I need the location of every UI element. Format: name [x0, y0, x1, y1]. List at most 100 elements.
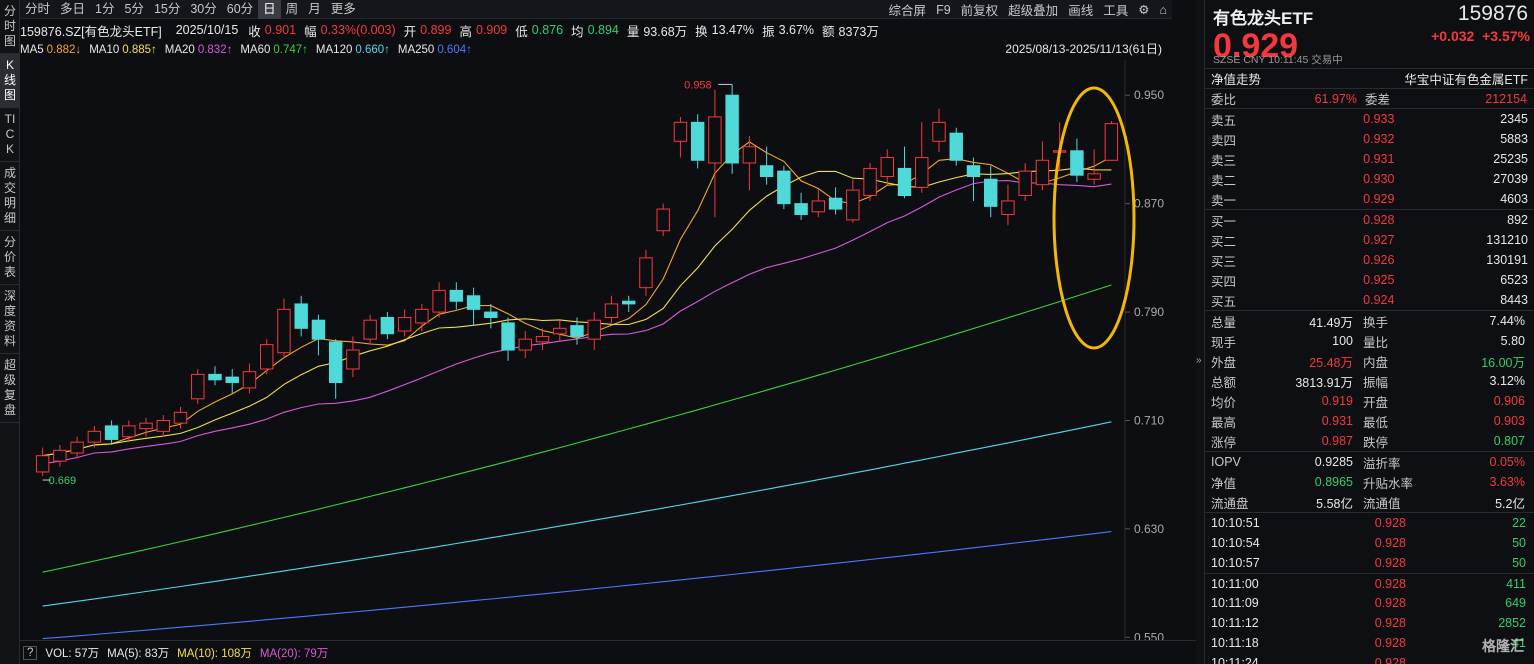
- ask-level-1[interactable]: 卖四 0.932 5883: [1205, 129, 1534, 149]
- candle-body-down: [759, 165, 774, 178]
- left-tab-4[interactable]: 分价表: [0, 231, 20, 285]
- left-tab-5[interactable]: 深度资料: [0, 285, 20, 354]
- bid-level-1[interactable]: 买二 0.927 131210: [1205, 230, 1534, 250]
- candle-body-up: [122, 425, 136, 438]
- stat-key: 最高: [1211, 415, 1237, 430]
- tick-price: 0.928: [1374, 616, 1406, 630]
- stat-key: 总量: [1211, 315, 1237, 330]
- left-tab-6[interactable]: 超级复盘: [0, 354, 20, 423]
- trade-stats: 总量 41.49万 换手 7.44% 现手 100 量比 5.80 外盘 25.48万 内盘 16.0…: [1205, 310, 1534, 451]
- left-tab-1[interactable]: K线图: [0, 54, 20, 108]
- candle-body-up: [811, 200, 826, 213]
- period-tab-4[interactable]: 15分: [149, 0, 185, 19]
- ask-level-3[interactable]: 卖二 0.930 27039: [1205, 169, 1534, 189]
- candle-body-down: [949, 132, 963, 161]
- candle-body-up: [191, 373, 205, 400]
- date-range[interactable]: 2025/08/13-2025/11/13(61日): [1005, 40, 1162, 57]
- candle-body-up: [1087, 173, 1101, 180]
- toolbar-right-item-0[interactable]: 综合屏: [884, 0, 932, 19]
- quote-panel: 有色龙头ETF 159876 0.929 +0.032 +3.57% SZSE …: [1204, 0, 1534, 664]
- tick-row-4: 10:11:09 0.928 649: [1205, 593, 1534, 613]
- toolbar-right-item-2[interactable]: 前复权: [956, 0, 1004, 19]
- min-price-label: 0.669: [49, 475, 77, 487]
- market-status: SZSE CNY 10:11:45 交易中: [1213, 54, 1343, 66]
- tick-price: 0.928: [1374, 576, 1406, 591]
- amp-label: 幅: [304, 24, 317, 39]
- stat-value-2: 3.63%: [1489, 475, 1525, 489]
- bid-level-2[interactable]: 买三 0.926 130191: [1205, 250, 1534, 270]
- index-name: 华宝中证有色金属ETF: [1404, 73, 1528, 87]
- level-price: 0.929: [1363, 192, 1395, 206]
- bid-level-3[interactable]: 买四 0.925 6523: [1205, 270, 1534, 290]
- gear-icon[interactable]: ⚙: [1133, 2, 1154, 17]
- stat-key-2: 量比: [1363, 335, 1389, 350]
- candle-body-up: [708, 116, 722, 164]
- chevron-right-icon[interactable]: »: [1196, 355, 1202, 366]
- candle-body-down: [725, 94, 739, 164]
- period-tab-2[interactable]: 1分: [90, 0, 119, 19]
- ma-legend-5: MA250 0.604↑: [398, 44, 472, 56]
- candle-body-down: [570, 325, 584, 337]
- period-tab-5[interactable]: 30分: [185, 0, 221, 19]
- candle-body-down: [466, 295, 481, 310]
- left-tab-0[interactable]: 分时图: [0, 0, 20, 54]
- ma-label: MA20: [164, 43, 195, 56]
- period-tab-3[interactable]: 5分: [119, 0, 148, 19]
- max-price-label: 0.958: [684, 79, 712, 91]
- ma-legend-4: MA120 0.660↑: [316, 44, 390, 56]
- bid-level-4[interactable]: 买五 0.924 8443: [1205, 290, 1534, 310]
- period-tab-1[interactable]: 多日: [55, 0, 90, 19]
- period-tab-9[interactable]: 月: [303, 0, 326, 19]
- candle-body-down: [897, 167, 912, 197]
- tick-price: 0.928: [1374, 516, 1406, 530]
- stat-value: 25.48万: [1309, 355, 1353, 370]
- stat-key: 净值: [1211, 476, 1237, 491]
- nav-row[interactable]: 净值走势 华宝中证有色金属ETF: [1205, 68, 1534, 88]
- tick-qty: 50: [1512, 536, 1526, 550]
- toolbar-right-item-3[interactable]: 超级叠加: [1003, 0, 1063, 19]
- stat-value: 0.8965: [1314, 475, 1353, 489]
- panel-collapse-strip[interactable]: »: [1196, 0, 1204, 664]
- help-icon[interactable]: ?: [23, 645, 38, 660]
- low-label: 低: [515, 24, 528, 39]
- home-icon[interactable]: ⌂: [1154, 3, 1172, 17]
- high-label: 高: [459, 24, 472, 39]
- period-tab-0[interactable]: 分时: [20, 0, 55, 19]
- level-label: 买五: [1211, 294, 1237, 309]
- toolbar-right-item-5[interactable]: 工具: [1098, 0, 1133, 19]
- level-volume: 4603: [1500, 192, 1529, 206]
- level-price: 0.931: [1363, 152, 1395, 166]
- tick-price: 0.928: [1374, 656, 1406, 664]
- period-tab-8[interactable]: 周: [281, 0, 304, 19]
- candle-body-up: [415, 308, 429, 324]
- stat-row-1: 现手 100 量比 5.80: [1205, 331, 1534, 351]
- candle-body-up: [139, 422, 153, 430]
- ask-level-2[interactable]: 卖三 0.931 25235: [1205, 149, 1534, 169]
- stat-value: 0.931: [1321, 414, 1353, 428]
- period-tab-10[interactable]: 更多: [326, 0, 361, 19]
- tick-price: 0.928: [1374, 636, 1406, 650]
- ask-level-4[interactable]: 卖一 0.929 4603: [1205, 189, 1534, 209]
- close-value: 0.901: [264, 23, 297, 37]
- candle-body-up: [553, 327, 567, 335]
- stat-key: 外盘: [1211, 355, 1237, 370]
- bid-level-0[interactable]: 买一 0.928 892: [1205, 210, 1534, 230]
- period-tab-6[interactable]: 60分: [222, 0, 258, 19]
- volume-indicator-bar: ? VOL: 57万 MA(5): 83万 MA(10): 108万 MA(20…: [20, 640, 1196, 664]
- toolbar-right-item-4[interactable]: 画线: [1063, 0, 1098, 19]
- weibi-label: 委比: [1211, 93, 1237, 107]
- ask-level-0[interactable]: 卖五 0.933 2345: [1205, 109, 1534, 129]
- nav-label[interactable]: 净值走势: [1211, 69, 1261, 88]
- left-tab-2[interactable]: TICK: [0, 108, 20, 162]
- level-volume: 2345: [1500, 112, 1529, 126]
- period-tab-7[interactable]: 日: [258, 0, 281, 19]
- ma-value: 0.885↑: [122, 43, 157, 56]
- kline-chart[interactable]: 0.950 0.870 0.790 0.710 0.630 0.550 0.958 0.669: [20, 60, 1196, 640]
- candle-body-up: [535, 335, 550, 343]
- left-tab-3[interactable]: 成交明细: [0, 162, 20, 231]
- ma-legend-1: MA10 0.885↑: [89, 44, 157, 56]
- open-label: 开: [403, 24, 417, 39]
- toolbar-right-item-1[interactable]: F9: [931, 3, 956, 17]
- stat-value-2: 0.807: [1493, 434, 1525, 448]
- tick-row-1: 10:10:54 0.928 50: [1205, 533, 1534, 553]
